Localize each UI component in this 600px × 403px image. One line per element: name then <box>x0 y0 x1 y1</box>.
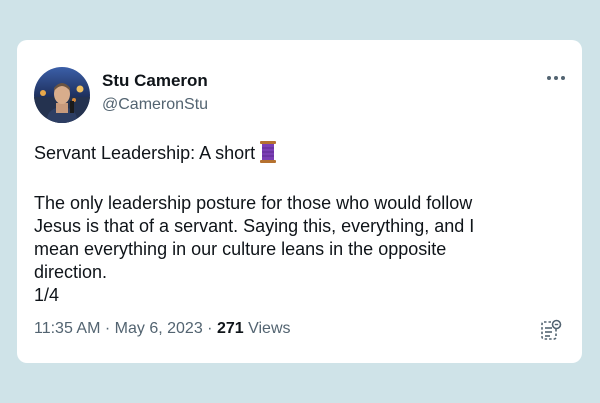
avatar-photo <box>34 67 90 123</box>
tweet-date[interactable]: May 6, 2023 <box>115 320 203 337</box>
separator: · <box>207 320 213 337</box>
more-options-button[interactable] <box>544 70 568 86</box>
avatar[interactable] <box>34 67 90 123</box>
thread-counter: 1/4 <box>34 285 60 305</box>
tweet-text: Servant Leadership: A short The only lea… <box>34 141 554 307</box>
author-display-name[interactable]: Stu Cameron <box>102 71 208 91</box>
tweet-line-text: Servant Leadership: A short <box>34 143 256 163</box>
views-label: Views <box>248 320 291 337</box>
thread-summary-button[interactable] <box>540 319 562 341</box>
separator: · <box>104 320 111 337</box>
tweet-line: mean everything in our culture leans in … <box>34 239 447 259</box>
author-handle[interactable]: @CameronStu <box>102 96 208 114</box>
tweet-line: Jesus is that of a servant. Saying this,… <box>34 216 475 236</box>
more-horizontal-icon <box>547 76 565 80</box>
tweet-metadata: 11:35 AM · May 6, 2023 · 271 Views <box>34 320 291 338</box>
tweet-time[interactable]: 11:35 AM <box>34 320 100 337</box>
thread-summary-icon <box>541 319 562 340</box>
tweet-line: Servant Leadership: A short <box>34 141 554 169</box>
tweet-card[interactable]: Stu Cameron @CameronStu Servant Leadersh… <box>17 40 582 363</box>
spool-of-thread-icon <box>259 141 277 169</box>
tweet-line: The only leadership posture for those wh… <box>34 193 473 213</box>
views-count: 271 <box>216 320 244 337</box>
tweet-line: direction. <box>34 262 108 282</box>
